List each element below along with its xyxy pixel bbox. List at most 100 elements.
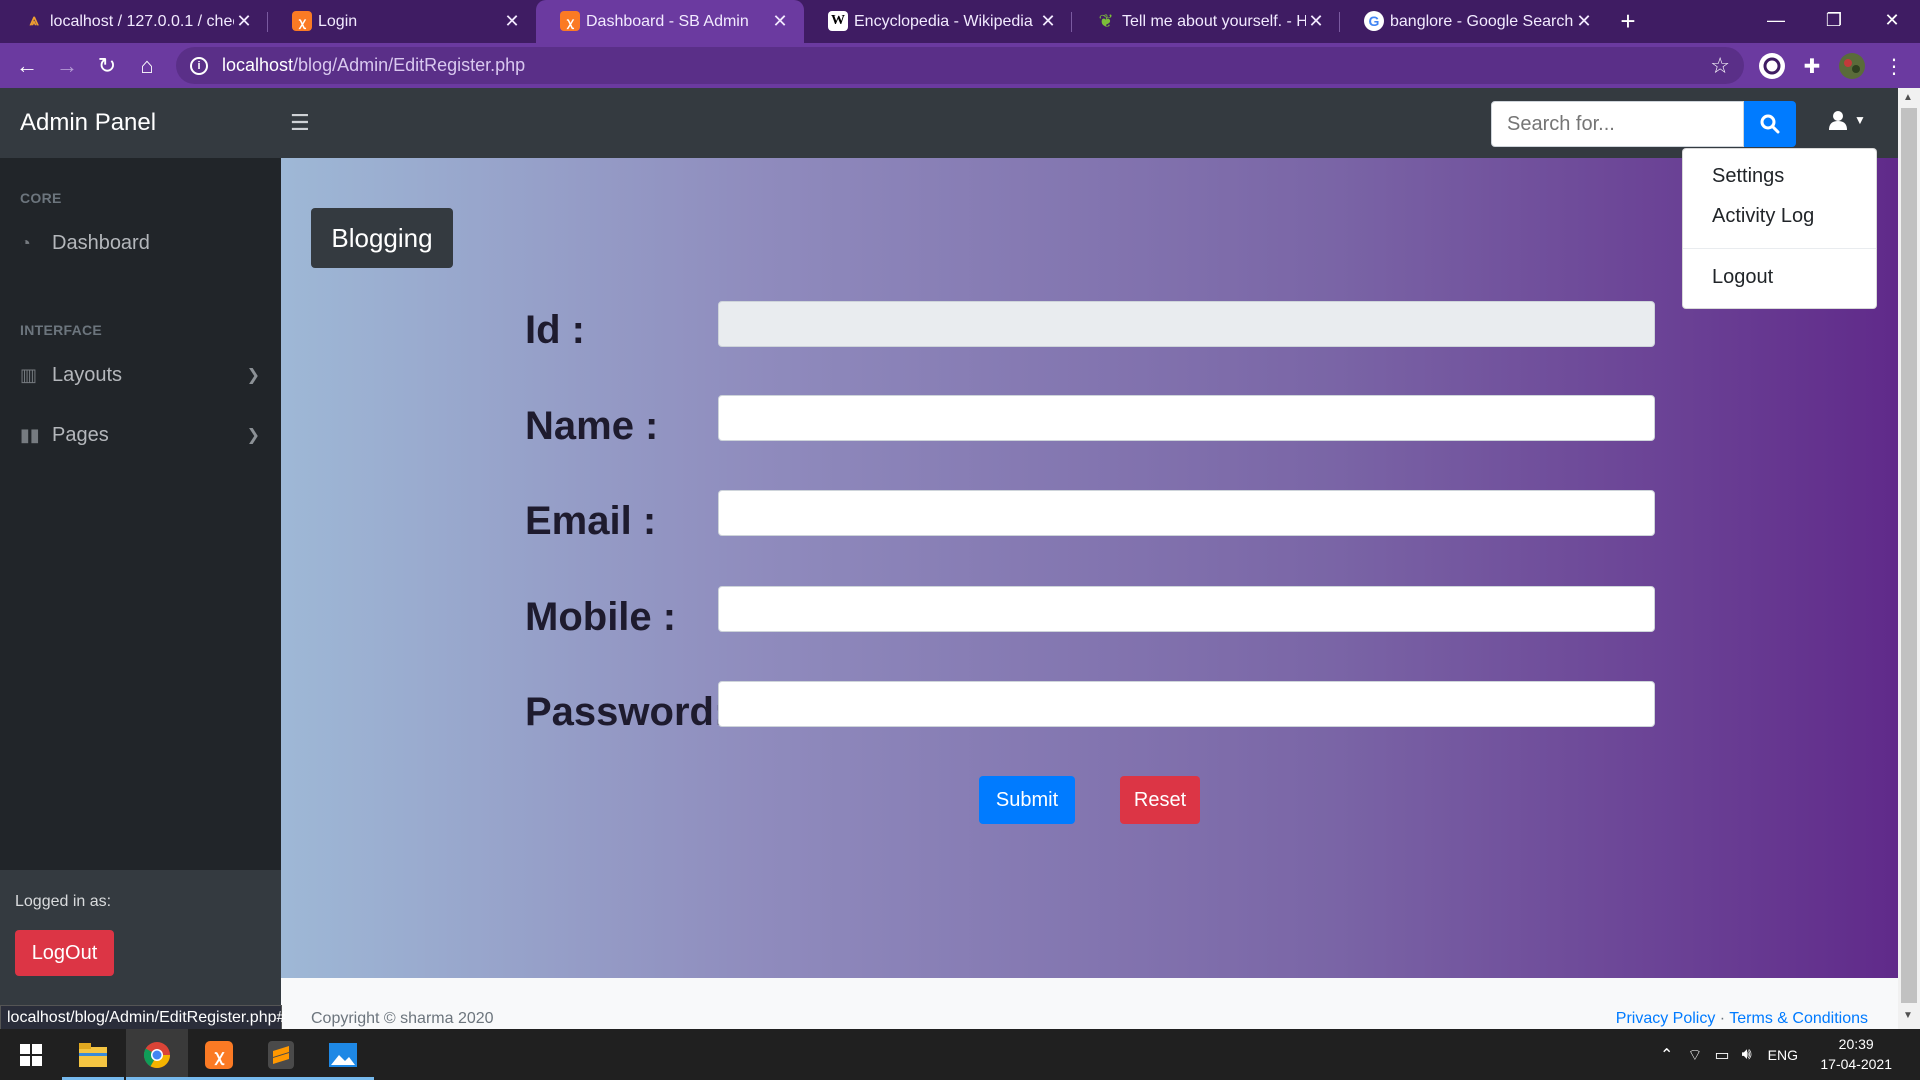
- back-arrow-icon[interactable]: ←: [7, 46, 47, 86]
- restore-window-icon[interactable]: ❐: [1804, 0, 1864, 40]
- tab-title: Encyclopedia - Wikipedia: [854, 12, 1033, 30]
- sidebar-item-pages[interactable]: ▮▮ Pages ❯: [20, 415, 270, 455]
- site-info-icon[interactable]: i: [190, 56, 208, 75]
- scroll-up-arrow-icon[interactable]: ▲: [1903, 92, 1913, 103]
- extensions-puzzle-icon[interactable]: ✚: [1798, 52, 1826, 80]
- name-field[interactable]: [718, 395, 1655, 441]
- tray-overflow-chevron-icon[interactable]: ⌃: [1660, 1045, 1673, 1065]
- home-icon[interactable]: ⌂: [127, 46, 167, 86]
- dropdown-item-settings[interactable]: Settings: [1712, 165, 1784, 188]
- user-dropdown-menu: Settings Activity Log Logout: [1682, 148, 1877, 309]
- mobile-label: Mobile :: [525, 595, 677, 639]
- navbar-brand[interactable]: Admin Panel: [20, 109, 156, 137]
- clock-time: 20:39: [1838, 1036, 1874, 1052]
- id-field[interactable]: [718, 301, 1655, 347]
- close-tab-icon[interactable]: ✕: [770, 11, 790, 32]
- user-icon: [1829, 111, 1847, 130]
- copyright-text: Copyright © sharma 2020: [311, 1010, 494, 1027]
- reload-icon[interactable]: ↻: [87, 46, 127, 86]
- sidebar-item-label: Layouts: [52, 363, 123, 386]
- system-tray: ⌃ ⌔ ▭ 🔊︎ ENG: [1660, 1029, 1798, 1080]
- footer-separator: ·: [1719, 1010, 1726, 1027]
- close-tab-icon[interactable]: ✕: [1574, 11, 1594, 32]
- scrollbar-thumb[interactable]: [1901, 108, 1917, 1003]
- new-tab-button[interactable]: +: [1608, 0, 1648, 43]
- blogging-button[interactable]: Blogging: [311, 208, 453, 268]
- browser-menu-icon[interactable]: ⋮: [1880, 52, 1908, 80]
- clock-date: 17-04-2021: [1820, 1056, 1892, 1072]
- browser-tab[interactable]: ꭓ Login ✕: [268, 0, 536, 43]
- xampp-icon: ꭓ: [560, 11, 580, 31]
- search-button[interactable]: [1744, 101, 1796, 147]
- dropdown-item-activity-log[interactable]: Activity Log: [1712, 205, 1814, 228]
- close-tab-icon[interactable]: ✕: [502, 11, 522, 32]
- sidebar-heading: Core: [20, 190, 62, 206]
- scroll-down-arrow-icon[interactable]: ▼: [1903, 1010, 1913, 1021]
- close-tab-icon[interactable]: ✕: [1038, 11, 1058, 32]
- browser-tab[interactable]: ❦ Tell me about yourself. - HR I ✕: [1072, 0, 1340, 43]
- leaf-icon: ❦: [1098, 10, 1114, 31]
- photos-icon[interactable]: [312, 1029, 374, 1080]
- close-tab-icon[interactable]: ✕: [1306, 11, 1326, 32]
- extension-icon[interactable]: [1758, 52, 1786, 80]
- link-status-bar: localhost/blog/Admin/EditRegister.php#: [0, 1005, 285, 1030]
- url-path: /blog/Admin/EditRegister.php: [293, 55, 526, 75]
- mobile-field[interactable]: [718, 586, 1655, 632]
- tab-title: banglore - Google Search: [1390, 12, 1574, 30]
- page-viewport: Admin Panel ☰ ▼ Core ◔ Dashboard Interfa…: [0, 88, 1898, 1029]
- taskbar-clock[interactable]: 20:39 17-04-2021: [1820, 1034, 1892, 1074]
- dropdown-item-logout[interactable]: Logout: [1712, 266, 1773, 289]
- windows-start-icon[interactable]: [0, 1029, 62, 1080]
- minimize-window-icon[interactable]: —: [1746, 0, 1806, 40]
- main-content: Blogging Id : Name : Email : Mobile : Pa…: [281, 158, 1898, 978]
- name-label: Name :: [525, 404, 659, 448]
- search-input[interactable]: [1491, 101, 1744, 147]
- chevron-right-icon: ❯: [246, 367, 260, 384]
- file-explorer-icon[interactable]: [62, 1029, 124, 1080]
- sidebar-footer: Logged in as: LogOut: [0, 870, 281, 1010]
- wifi-icon[interactable]: ⌔: [1687, 1045, 1702, 1065]
- terms-conditions-link[interactable]: Terms & Conditions: [1729, 1010, 1868, 1027]
- sublime-text-icon[interactable]: [250, 1029, 312, 1080]
- bookmark-star-icon[interactable]: ☆: [1710, 53, 1730, 79]
- wikipedia-icon: W: [828, 11, 848, 31]
- forward-arrow-icon[interactable]: →: [47, 46, 87, 86]
- google-icon: G: [1364, 11, 1384, 31]
- reset-button[interactable]: Reset: [1120, 776, 1200, 824]
- password-field[interactable]: [718, 681, 1655, 727]
- battery-icon[interactable]: ▭: [1714, 1045, 1729, 1065]
- volume-icon[interactable]: 🔊︎: [1742, 1046, 1752, 1064]
- browser-tab[interactable]: W Encyclopedia - Wikipedia ✕: [804, 0, 1072, 43]
- privacy-policy-link[interactable]: Privacy Policy: [1616, 1010, 1716, 1027]
- chevron-right-icon: ❯: [246, 427, 260, 444]
- browser-tab[interactable]: G banglore - Google Search ✕: [1340, 0, 1608, 43]
- page-scrollbar[interactable]: ▲ ▼: [1898, 88, 1920, 1029]
- sidebar-toggle-icon[interactable]: ☰: [290, 110, 310, 136]
- close-tab-icon[interactable]: ✕: [234, 11, 254, 32]
- chrome-icon[interactable]: [126, 1029, 188, 1080]
- browser-tab-active[interactable]: ꭓ Dashboard - SB Admin ✕: [536, 0, 804, 43]
- footer-links: Privacy Policy · Terms & Conditions: [1616, 1010, 1868, 1028]
- email-label: Email :: [525, 499, 657, 543]
- url-host: localhost: [222, 55, 294, 75]
- windows-taskbar: ꭓ ⌃ ⌔ ▭ 🔊︎ ENG 20:39 17-04-2021: [0, 1029, 1920, 1080]
- tab-title: localhost / 127.0.0.1 / check /: [50, 12, 234, 30]
- profile-avatar-icon[interactable]: [1838, 52, 1866, 80]
- sidebar-item-dashboard[interactable]: ◔ Dashboard: [20, 223, 270, 263]
- top-navbar: Admin Panel ☰ ▼: [0, 88, 1898, 158]
- tab-title: Login: [318, 12, 358, 30]
- user-menu-toggle[interactable]: ▼: [1828, 110, 1866, 130]
- sidebar-logout-button[interactable]: LogOut: [15, 930, 114, 976]
- xampp-icon[interactable]: ꭓ: [188, 1029, 250, 1080]
- close-window-icon[interactable]: ✕: [1862, 0, 1920, 40]
- dropdown-divider: [1683, 248, 1876, 249]
- browser-tab[interactable]: ⩓ localhost / 127.0.0.1 / check / ✕: [0, 0, 268, 43]
- email-field[interactable]: [718, 490, 1655, 536]
- language-indicator[interactable]: ENG: [1768, 1047, 1798, 1063]
- tab-title: Tell me about yourself. - HR I: [1122, 12, 1306, 30]
- address-bar[interactable]: i localhost/blog/Admin/EditRegister.php …: [176, 47, 1744, 84]
- browser-toolbar: ← → ↻ ⌂ i localhost/blog/Admin/EditRegis…: [0, 43, 1920, 88]
- sidebar-item-layouts[interactable]: ▥ Layouts ❯: [20, 355, 270, 395]
- submit-button[interactable]: Submit: [979, 776, 1075, 824]
- tachometer-icon: ◔: [20, 232, 31, 253]
